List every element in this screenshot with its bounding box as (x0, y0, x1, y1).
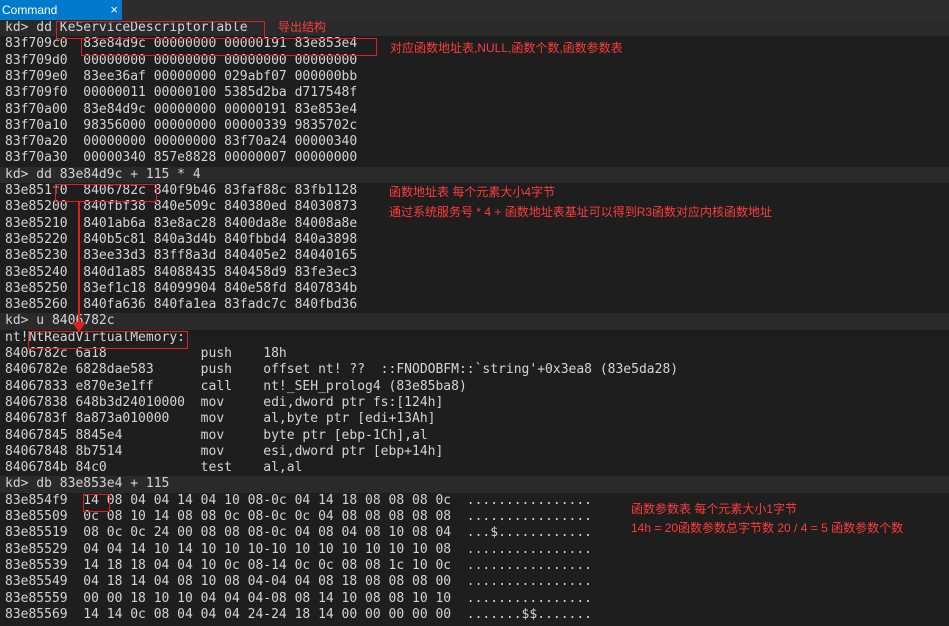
output-line: 83e85559 00 00 18 10 10 04 04 04-08 08 1… (0, 590, 949, 607)
highlight-box-param-size (83, 494, 110, 512)
output-line: 83f70a00 83e84d9c 00000000 00000191 83e8… (0, 101, 949, 118)
output-line: 84067845 8845e4 mov byte ptr [ebp-1Ch],a… (0, 427, 949, 444)
output-line: 83f70a30 00000340 857e8828 00000007 0000… (0, 150, 949, 167)
output-line: 84067838 648b3d24010000 mov edi,dword pt… (0, 394, 949, 412)
output-line: 83e85529 04 04 14 10 14 10 10 10-10 10 1… (0, 541, 949, 558)
output-line: 84067833 e870e3e1ff call nt!_SEH_prolog4… (0, 378, 949, 395)
annotation-syscall: 通过系统服务号 * 4 + 函数地址表基址可以得到R3函数对应内核函数地址 (389, 205, 773, 219)
tab-command[interactable]: Command × (0, 0, 122, 20)
output-line: 84067848 8b7514 mov esi,dword ptr [ebp+1… (0, 443, 949, 461)
output-line: 83e85220 840b5c81 840a3d4b 840fbbd4 840a… (0, 231, 949, 249)
output-line: 8406782e 6828dae583 push offset nt! ?? :… (0, 362, 949, 379)
output-line: 83e85569 14 14 0c 08 04 04 04 24-24 18 1… (0, 606, 949, 624)
output-line: 83f709e0 83ee36af 00000000 029abf07 0000… (0, 68, 949, 86)
annotation-param-count: 14h = 20函数参数总字节数 20 / 4 = 5 函数参数个数 (631, 521, 904, 535)
output-line: 83f70a20 00000000 00000000 83f70a24 0000… (0, 134, 949, 151)
arrow-head-icon (72, 322, 86, 332)
arrow-shaft (78, 202, 80, 326)
output-line: 83e85549 04 18 14 04 08 10 08 04-04 04 0… (0, 574, 949, 591)
output-line: 8406783f 8a873a010000 mov al,byte ptr [e… (0, 411, 949, 428)
command-prompt-line: kd> dd 83e84d9c + 115 * 4 (0, 166, 949, 183)
annotation-param-table: 函数参数表 每个元素大小1字节 (631, 502, 798, 516)
tab-bar: Command × (0, 0, 949, 20)
output-line: 8406784b 84c0 test al,al (0, 460, 949, 477)
output-line: 83e85240 840d1a85 84088435 840458d9 83fe… (0, 264, 949, 281)
close-icon[interactable]: × (110, 0, 118, 20)
output-line: 83e854f9 14 08 04 04 14 04 10 08-0c 04 1… (0, 492, 949, 509)
command-prompt-line: kd> u 8406782c (0, 313, 949, 330)
output-line: 83f70a10 98356000 00000000 00000339 9835… (0, 117, 949, 135)
annotation-export-structure: 导出结构 (278, 20, 327, 34)
output-line: 83e85230 83ee33d3 83ff8a3d 840405e2 8404… (0, 248, 949, 265)
highlight-box-first-row (81, 38, 377, 56)
highlight-box-func-name (28, 331, 188, 349)
highlight-box-func-address (55, 184, 157, 202)
output-line: 83f709f0 00000011 00000100 5385d2ba d717… (0, 85, 949, 102)
annotation-table-desc: 对应函数地址表,NULL,函数个数,函数参数表 (390, 41, 623, 55)
output-line: 83e85539 14 18 18 04 04 10 0c 08-14 0c 0… (0, 557, 949, 575)
highlight-box-table-name (56, 21, 265, 39)
tab-title: Command (2, 3, 58, 17)
output-line: 83e85250 83ef1c18 84099904 840e58fd 8407… (0, 280, 949, 298)
command-prompt-line: kd> db 83e853e4 + 115 (0, 476, 949, 493)
annotation-func-table: 函数地址表 每个元素大小4字节 (389, 185, 556, 199)
output-line: 83e85260 840fa636 840fa1ea 83fadc7c 840f… (0, 297, 949, 314)
